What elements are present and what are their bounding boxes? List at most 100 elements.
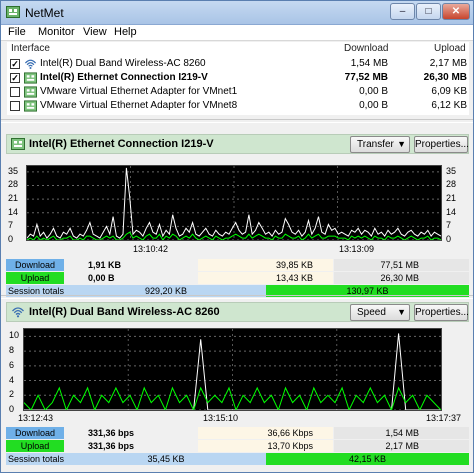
x-tick-label: 13:17:37 xyxy=(426,413,462,423)
session-total-left: 35,45 KB xyxy=(66,453,266,465)
interface-name: Intel(R) Dual Band Wireless-AC 8260 xyxy=(40,58,206,69)
window-title: NetMet xyxy=(25,6,64,20)
download-total-value: 77,51 MB xyxy=(334,259,469,271)
splitter[interactable] xyxy=(1,295,473,299)
network-adapter-icon xyxy=(11,138,25,150)
wifi-icon xyxy=(11,306,25,318)
interface-checkbox[interactable] xyxy=(10,87,20,97)
display-mode-value: Transfer xyxy=(357,139,394,150)
y-tick-label: 7 xyxy=(446,220,452,231)
interface-upload: 26,30 MB xyxy=(423,72,467,83)
y-tick-label: 6 xyxy=(9,359,15,370)
table-row[interactable]: VMware Virtual Ethernet Adapter for VMne… xyxy=(7,99,469,113)
panel-title: Intel(R) Ethernet Connection I219-V xyxy=(29,138,214,150)
interface-download: 77,52 MB xyxy=(344,72,388,83)
netmet-window: NetMet – □ ✕ File Monitor View Help Inte… xyxy=(0,0,474,473)
y-tick-label: 7 xyxy=(8,220,14,231)
download-stat-label: Download xyxy=(6,427,64,439)
y-tick-label: 14 xyxy=(8,206,19,217)
close-button[interactable]: ✕ xyxy=(442,3,470,20)
upload-stat-label: Upload xyxy=(6,272,64,284)
chart-plot-area xyxy=(23,328,442,411)
interface-name: Intel(R) Ethernet Connection I219-V xyxy=(40,72,208,83)
interface-table: Interface Download Upload ✓ Intel(R) Dual… xyxy=(7,42,469,115)
table-row[interactable]: ✓ Intel(R) Dual Band Wireless-AC 8260 1,54… xyxy=(7,57,469,71)
y-tick-label: 8 xyxy=(9,345,15,356)
chevron-down-icon: ▼ xyxy=(397,139,406,149)
column-header-download[interactable]: Download xyxy=(344,43,388,54)
y-tick-label: 4 xyxy=(9,374,15,385)
stats-panel: Download 1,91 KB 39,85 KB 77,51 MB Upload 0,0… xyxy=(6,259,469,299)
interface-name: VMware Virtual Ethernet Adapter for VMne… xyxy=(40,100,238,111)
display-mode-select[interactable]: Transfer ▼ xyxy=(350,136,410,153)
chart-plot-area xyxy=(26,165,442,241)
upload-peak-value: 13,43 KB xyxy=(198,272,333,284)
interface-upload: 6,09 KB xyxy=(431,86,467,97)
x-tick-label: 13:13:09 xyxy=(339,244,375,254)
y-tick-label: 10 xyxy=(9,330,20,341)
interface-name: VMware Virtual Ethernet Adapter for VMne… xyxy=(40,86,238,97)
traffic-chart: 0 2 4 6 8 10 13:12:43 13:15:10 13:17:37 xyxy=(6,324,469,424)
download-total-value: 1,54 MB xyxy=(334,427,469,439)
upload-stat-label: Upload xyxy=(6,440,64,452)
column-header-interface[interactable]: Interface xyxy=(11,43,50,54)
menu-bar: File Monitor View Help xyxy=(1,25,473,41)
properties-button[interactable]: Properties... xyxy=(414,304,469,321)
panel-header: Intel(R) Dual Band Wireless-AC 8260 Speed… xyxy=(6,302,469,322)
y-tick-label: 0 xyxy=(446,234,452,244)
interface-checkbox[interactable] xyxy=(10,101,20,111)
chevron-down-icon: ▼ xyxy=(397,307,406,317)
title-bar[interactable]: NetMet – □ ✕ xyxy=(1,1,473,25)
download-stat-label: Download xyxy=(6,259,64,271)
properties-button[interactable]: Properties... xyxy=(414,136,469,153)
interface-download: 1,54 MB xyxy=(350,58,388,69)
app-network-icon xyxy=(6,6,20,18)
session-totals-label: Session totals xyxy=(6,453,66,465)
network-adapter-icon xyxy=(24,72,37,84)
menu-file[interactable]: File xyxy=(8,26,26,38)
traffic-chart: 0 0 7 7 14 14 21 21 28 28 35 35 13:10:42 13:13:09 xyxy=(6,157,469,257)
upload-current-value: 0,00 B xyxy=(88,273,115,283)
download-peak-value: 39,85 KB xyxy=(198,259,333,271)
upload-series-line xyxy=(24,386,441,410)
table-row[interactable]: ✓ Intel(R) Ethernet Connection I219-V 77,5… xyxy=(7,71,469,85)
session-total-right: 42,15 KB xyxy=(266,453,469,465)
x-tick-label: 13:15:10 xyxy=(203,413,239,423)
y-tick-label: 28 xyxy=(446,179,457,190)
y-tick-label: 0 xyxy=(8,234,14,244)
y-tick-label: 14 xyxy=(446,206,457,217)
column-header-upload[interactable]: Upload xyxy=(434,43,466,54)
interface-checkbox[interactable]: ✓ xyxy=(10,59,20,69)
interface-download: 0,00 B xyxy=(359,100,388,111)
x-tick-label: 13:10:42 xyxy=(133,244,169,254)
display-mode-select[interactable]: Speed ▼ xyxy=(350,304,410,321)
menu-help[interactable]: Help xyxy=(114,26,137,38)
x-tick-label: 13:12:43 xyxy=(18,413,54,423)
upload-total-value: 26,30 MB xyxy=(334,272,469,284)
interface-upload: 6,12 KB xyxy=(431,100,467,111)
y-tick-label: 35 xyxy=(8,165,19,176)
maximize-button[interactable]: □ xyxy=(416,3,441,20)
display-mode-value: Speed xyxy=(357,307,386,318)
y-tick-label: 21 xyxy=(8,193,19,204)
y-tick-label: 28 xyxy=(8,179,19,190)
splitter[interactable] xyxy=(1,119,473,123)
menu-monitor[interactable]: Monitor xyxy=(38,26,75,38)
y-tick-label: 21 xyxy=(446,193,457,204)
upload-total-value: 2,17 MB xyxy=(334,440,469,452)
table-row[interactable]: VMware Virtual Ethernet Adapter for VMne… xyxy=(7,85,469,99)
panel-header: Intel(R) Ethernet Connection I219-V Trans… xyxy=(6,134,469,154)
minimize-button[interactable]: – xyxy=(390,3,415,20)
upload-current-value: 331,36 bps xyxy=(88,441,135,451)
download-peak-value: 36,66 Kbps xyxy=(198,427,333,439)
download-current-value: 1,91 KB xyxy=(88,260,122,270)
interface-upload: 2,17 MB xyxy=(429,58,467,69)
interface-checkbox[interactable]: ✓ xyxy=(10,73,20,83)
interface-download: 0,00 B xyxy=(359,86,388,97)
stats-panel: Download 331,36 bps 36,66 Kbps 1,54 MB Uploa… xyxy=(6,427,469,467)
network-adapter-icon xyxy=(24,86,37,98)
y-tick-label: 2 xyxy=(9,389,15,400)
y-tick-label: 0 xyxy=(9,404,15,414)
download-current-value: 331,36 bps xyxy=(88,428,135,438)
menu-view[interactable]: View xyxy=(83,26,107,38)
